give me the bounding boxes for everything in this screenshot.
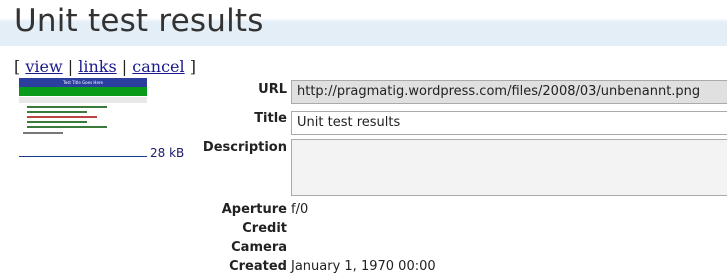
- thumbnail-line: [27, 121, 87, 123]
- image-thumbnail[interactable]: Test Title Goes Here: [19, 78, 147, 157]
- thumbnail-line: [27, 106, 107, 108]
- credit-label: Credit: [242, 221, 287, 236]
- separator: |: [121, 57, 128, 76]
- aperture-value: f/0: [291, 202, 309, 217]
- aperture-label: Aperture: [221, 202, 287, 217]
- thumbnail-line: [27, 126, 107, 128]
- url-label: URL: [258, 82, 287, 97]
- thumbnail-line: [27, 111, 87, 113]
- file-size: 28 kB: [150, 146, 185, 160]
- created-value: January 1, 1970 00:00: [291, 259, 436, 274]
- thumbnail-footer: [23, 132, 63, 134]
- view-link[interactable]: view: [25, 57, 62, 76]
- thumbnail-line: [27, 116, 97, 118]
- camera-label: Camera: [231, 240, 287, 255]
- action-links: [ view | links | cancel ]: [14, 57, 196, 76]
- title-label: Title: [254, 111, 287, 126]
- links-link[interactable]: links: [78, 57, 116, 76]
- thumbnail-summary: [19, 97, 147, 103]
- created-label: Created: [229, 259, 287, 274]
- separator: |: [67, 57, 74, 76]
- page-title: Unit test results: [14, 3, 264, 39]
- open-bracket: [: [14, 57, 21, 76]
- title-field[interactable]: Unit test results: [291, 111, 727, 135]
- thumbnail-header: Test Title Goes Here: [19, 78, 147, 87]
- description-field[interactable]: [291, 139, 727, 196]
- url-field[interactable]: http://pragmatig.wordpress.com/files/200…: [291, 80, 727, 104]
- close-bracket: ]: [189, 57, 196, 76]
- thumbnail-status-bar: [19, 87, 147, 96]
- cancel-link[interactable]: cancel: [132, 57, 184, 76]
- description-label: Description: [202, 140, 287, 155]
